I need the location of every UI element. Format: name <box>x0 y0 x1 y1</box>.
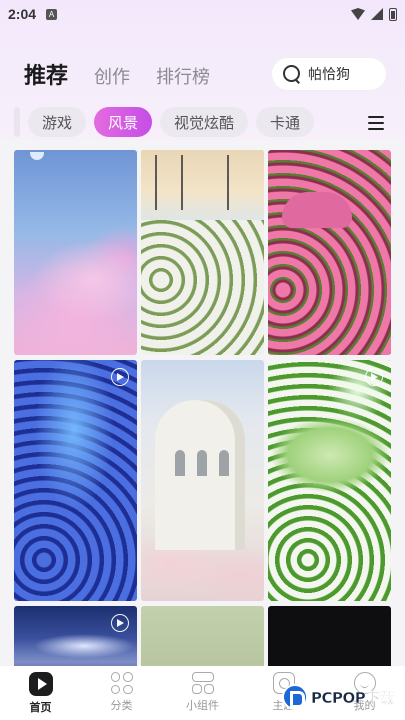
top-tabs: 推荐 创作 排行榜 <box>24 58 210 90</box>
nav-widgets[interactable]: 小组件 <box>162 666 243 720</box>
signal-icon <box>371 8 383 20</box>
watermark-logo-icon <box>282 684 308 710</box>
nav-category[interactable]: 分类 <box>81 666 162 720</box>
chip-scroll-hint <box>14 107 20 137</box>
category-chips: 游戏 风景 视觉炫酷 卡通 <box>14 107 315 137</box>
tab-recommend[interactable]: 推荐 <box>24 58 68 90</box>
status-icons <box>351 7 397 21</box>
wallpaper-tile[interactable] <box>141 606 264 666</box>
status-time: 2:04 <box>8 6 37 22</box>
window-shape <box>197 450 207 476</box>
wallpaper-grid <box>14 150 392 666</box>
window-shape <box>219 450 229 476</box>
wifi-icon <box>351 8 365 20</box>
battery-icon <box>389 7 397 21</box>
watermark: PCPOP下载 <box>282 682 400 712</box>
home-icon <box>28 672 53 696</box>
window-shape <box>175 450 185 476</box>
search-icon <box>283 65 301 83</box>
chip-cartoon[interactable]: 卡通 <box>256 107 315 137</box>
tab-create[interactable]: 创作 <box>94 63 130 89</box>
chip-visual-cool[interactable]: 视觉炫酷 <box>160 107 249 137</box>
wallpaper-tile[interactable] <box>268 360 391 601</box>
wallpaper-tile[interactable] <box>141 150 264 355</box>
tree-shape <box>155 155 157 210</box>
play-icon <box>111 368 129 386</box>
status-bar: 2:04 A <box>0 0 405 28</box>
chip-scenery[interactable]: 风景 <box>94 107 153 137</box>
wallpaper-tile[interactable] <box>14 606 137 666</box>
nav-label: 首页 <box>29 701 52 714</box>
category-icon <box>110 672 133 694</box>
moon-shape <box>30 152 44 160</box>
chip-games[interactable]: 游戏 <box>28 107 87 137</box>
tree-shape <box>181 155 183 210</box>
nav-label: 小组件 <box>186 699 219 712</box>
wallpaper-tile[interactable] <box>268 606 391 666</box>
tab-ranking[interactable]: 排行榜 <box>156 63 210 89</box>
widget-icon <box>191 672 214 694</box>
wallpaper-tile[interactable] <box>141 360 264 601</box>
watermark-text: PCPOP下载 <box>311 688 395 707</box>
nav-home[interactable]: 首页 <box>0 666 81 720</box>
tree-shape <box>227 155 229 210</box>
menu-icon[interactable] <box>368 116 384 130</box>
bear-shape <box>282 192 352 228</box>
notification-icon: A <box>46 8 58 20</box>
search-box[interactable]: 帕恰狗 <box>271 57 387 91</box>
play-icon <box>365 368 383 386</box>
wallpaper-tile[interactable] <box>268 150 391 355</box>
sky-shape <box>141 150 264 220</box>
nav-label: 分类 <box>110 699 133 712</box>
wallpaper-tile[interactable] <box>14 360 137 601</box>
wallpaper-tile[interactable] <box>14 150 137 355</box>
search-text: 帕恰狗 <box>308 67 350 83</box>
play-icon <box>111 614 129 632</box>
